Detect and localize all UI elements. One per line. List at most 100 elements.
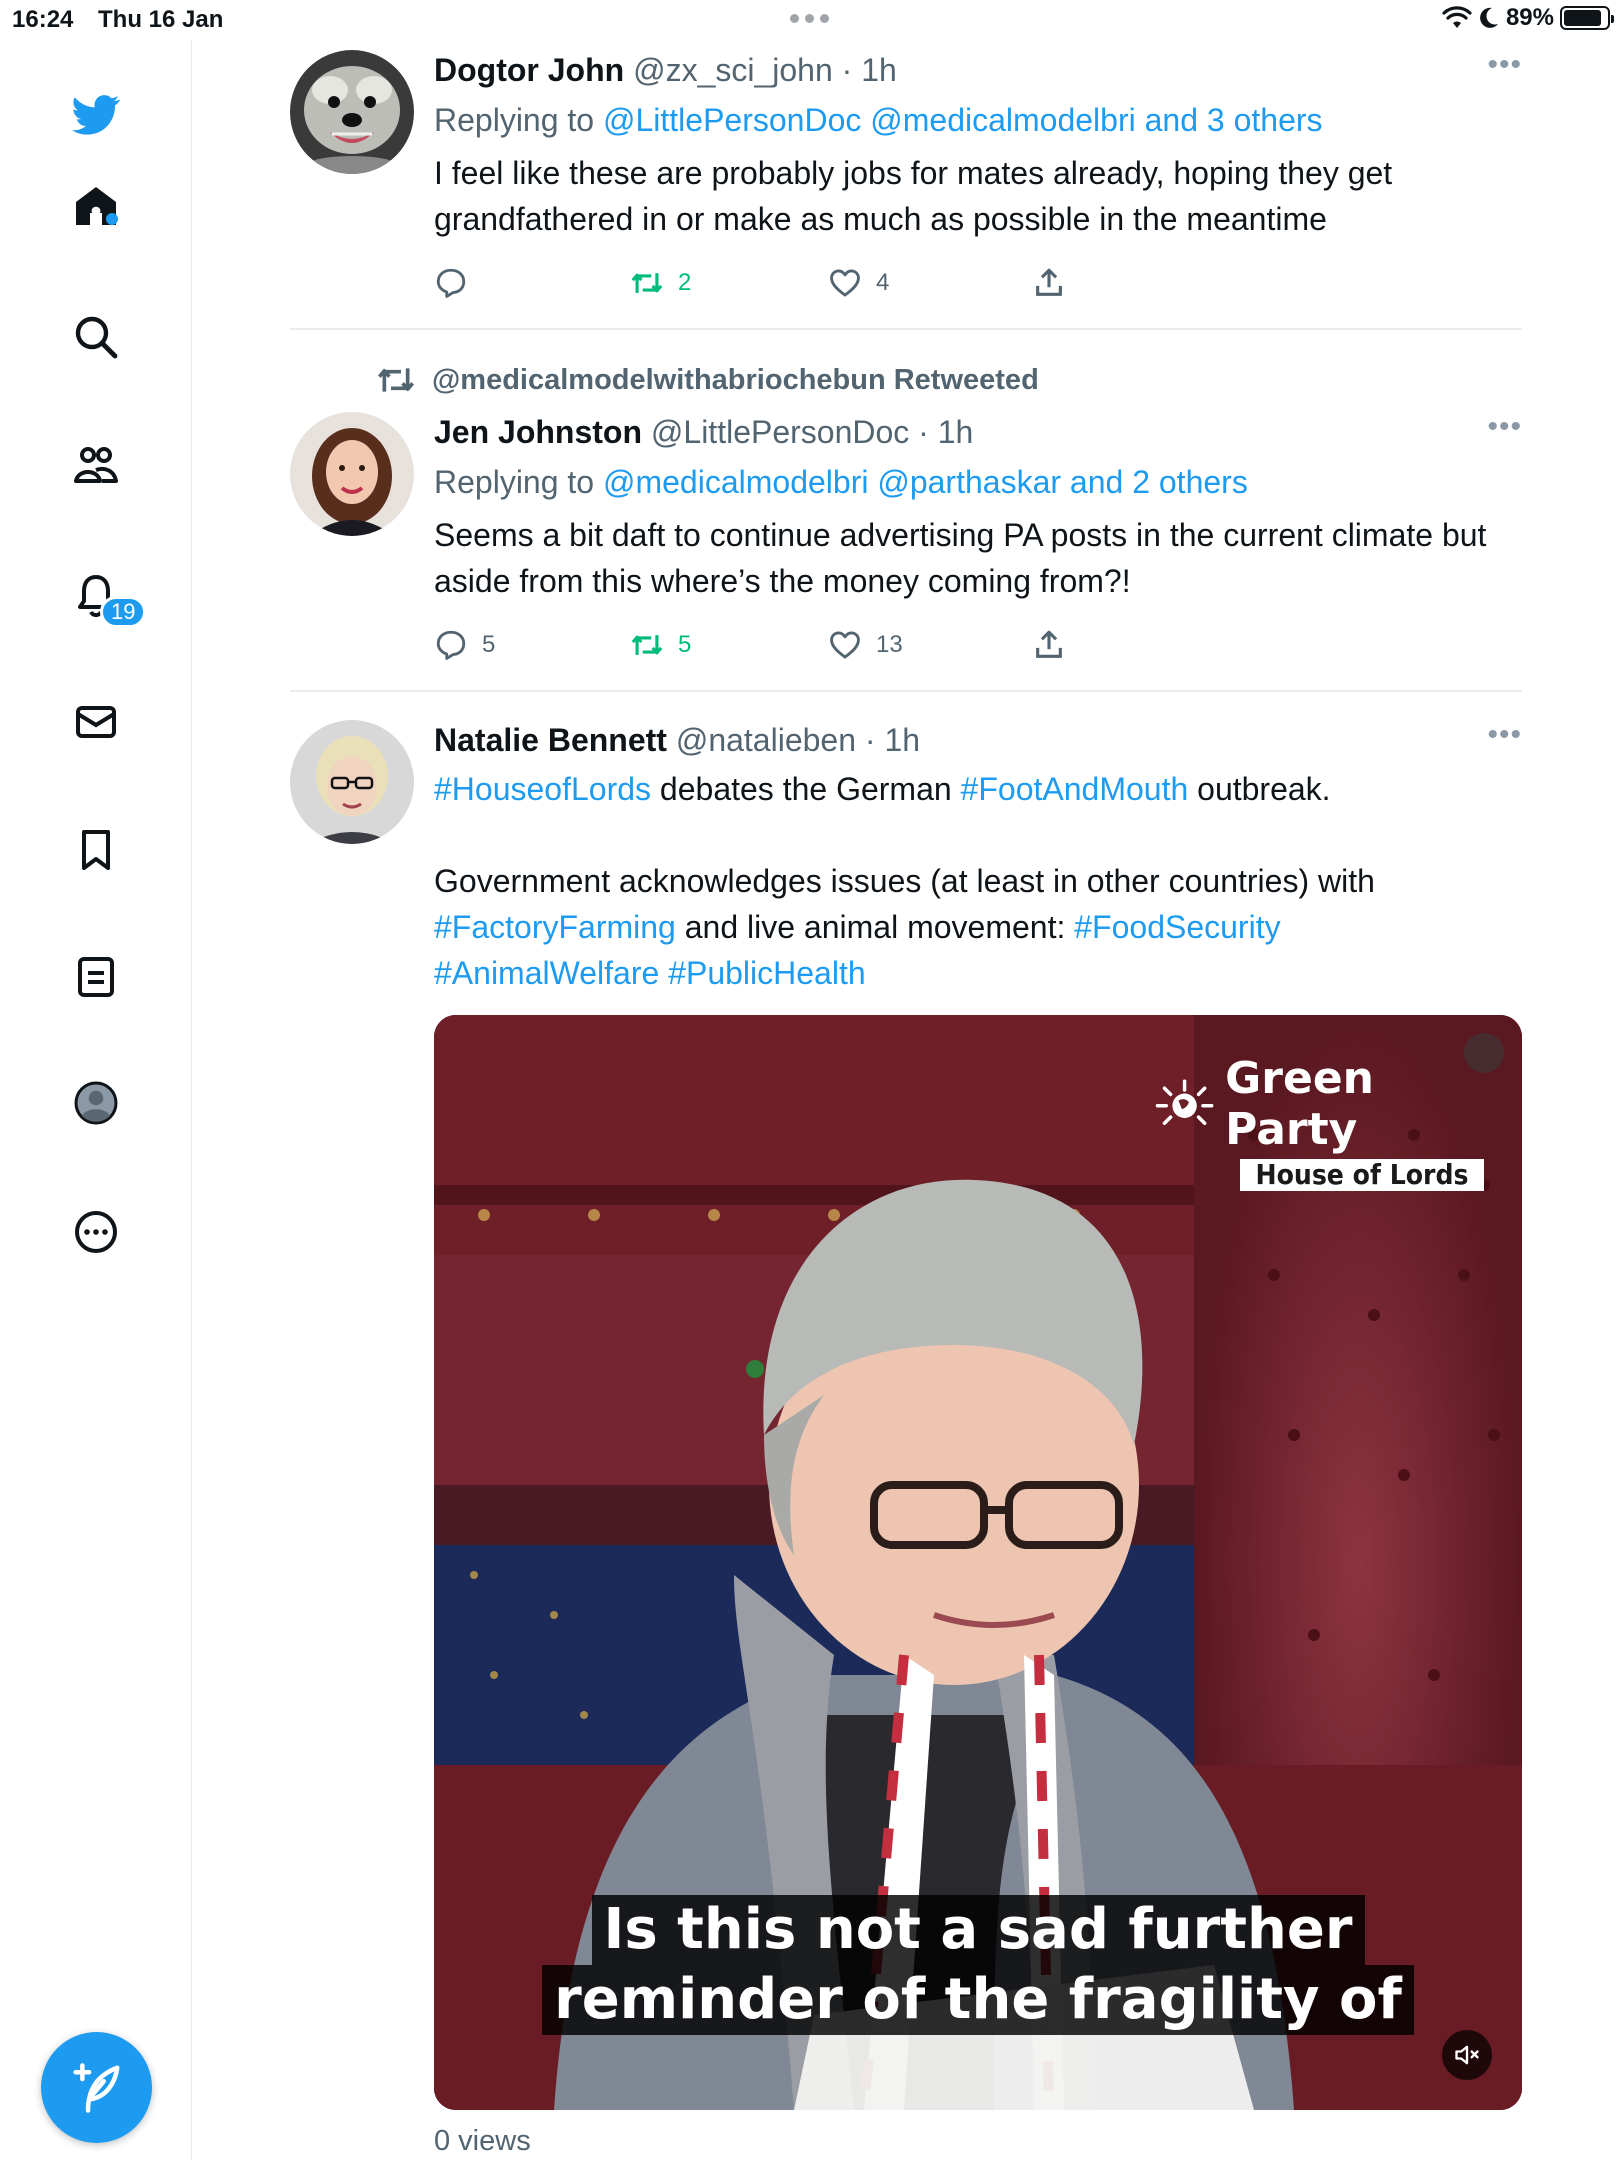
handle[interactable]: @zx_sci_john — [633, 52, 833, 88]
replying-to: Replying to @LittlePersonDoc @medicalmod… — [434, 100, 1522, 140]
share-icon — [1036, 268, 1062, 296]
hashtag[interactable]: #HouseofLords — [434, 771, 651, 807]
moon-icon — [1480, 7, 1498, 28]
caption-line: Is this not a sad further — [591, 1895, 1365, 1965]
battery-icon — [1560, 6, 1614, 30]
retweet-icon — [631, 273, 663, 293]
like-count: 13 — [876, 631, 903, 658]
status-time: 16:24 — [12, 6, 74, 33]
reply-icon — [436, 630, 466, 660]
retweet-count: 5 — [678, 631, 692, 658]
heart-icon — [830, 269, 860, 297]
home-icon[interactable] — [70, 181, 122, 233]
text-segment: outbreak. — [1188, 771, 1331, 807]
battery-percent: 89% — [1505, 4, 1554, 31]
text-segment: and live animal movement: — [675, 909, 1075, 945]
tweet-text: #HouseofLords debates the German #FootAn… — [434, 766, 1522, 812]
home-unread-dot — [106, 213, 118, 225]
tweet-text: I feel like these are probably jobs for … — [434, 155, 1393, 237]
retweet-count: 2 — [678, 269, 692, 296]
reply-mentions[interactable]: @medicalmodelbri @parthaskar and 2 other… — [603, 464, 1248, 500]
display-name[interactable]: Dogtor John — [434, 52, 624, 88]
sidebar: 19 — [0, 40, 192, 2160]
replying-prefix: Replying to — [434, 464, 595, 500]
tweet-actions: 2 4 — [434, 266, 1522, 310]
replying-prefix: Replying to — [434, 102, 595, 138]
handle[interactable]: @LittlePersonDoc — [651, 414, 909, 450]
mute-button[interactable] — [1442, 2030, 1492, 2080]
reply-button[interactable]: 5 — [434, 628, 495, 662]
timestamp[interactable]: · 1h — [842, 52, 897, 88]
video-caption: Is this not a sad further reminder of th… — [434, 1895, 1522, 2035]
bookmark-icon[interactable] — [70, 824, 122, 876]
more-icon[interactable]: ••• — [1487, 412, 1522, 442]
retweet-button[interactable]: 2 — [630, 266, 691, 300]
text-segment: Government acknowledges issues (at least… — [434, 863, 1375, 899]
speaker-muted-icon — [1455, 2045, 1479, 2065]
tweet-text: Seems a bit daft to continue advertising… — [434, 517, 1487, 599]
like-button[interactable]: 13 — [828, 628, 903, 662]
avatar[interactable] — [290, 412, 414, 536]
view-count: 0 views — [434, 2125, 531, 2157]
tweet-text-paragraph: Government acknowledges issues (at least… — [434, 858, 1534, 996]
reply-mentions[interactable]: @LittlePersonDoc @medicalmodelbri and 3 … — [603, 102, 1323, 138]
twitter-logo-icon[interactable] — [70, 88, 122, 140]
logo-subtitle: House of Lords — [1240, 1159, 1484, 1191]
tweet-header: Dogtor John @zx_sci_john · 1h — [434, 50, 1522, 90]
hashtag[interactable]: #FactoryFarming — [434, 909, 676, 945]
more-icon[interactable]: ••• — [1487, 50, 1522, 80]
search-icon[interactable] — [70, 311, 122, 363]
tweet-actions: 5 5 13 — [434, 628, 1522, 672]
people-icon[interactable] — [70, 439, 122, 491]
caption-line: reminder of the fragility of — [542, 1965, 1414, 2035]
timestamp[interactable]: · 1h — [918, 414, 973, 450]
hashtag[interactable]: #PublicHealth — [668, 955, 865, 991]
display-name[interactable]: Natalie Bennett — [434, 722, 667, 758]
avatar[interactable] — [290, 720, 414, 844]
profile-icon[interactable] — [70, 1077, 122, 1129]
mail-icon[interactable] — [70, 696, 122, 748]
status-bar: 16:24 Thu 16 Jan 89% — [0, 0, 1620, 40]
retweeted-by[interactable]: @medicalmodelwithabriochebun Retweeted — [376, 360, 1039, 400]
like-button[interactable]: 4 — [828, 266, 889, 300]
multitasking-dots[interactable] — [790, 14, 829, 23]
display-name[interactable]: Jen Johnston — [434, 414, 642, 450]
more-circle-icon[interactable] — [70, 1206, 122, 1258]
video-player[interactable]: Green Party House of Lords Is this not a… — [434, 1015, 1522, 2110]
like-count: 4 — [876, 269, 890, 296]
compose-icon — [72, 2062, 119, 2113]
timestamp[interactable]: · 1h — [865, 722, 920, 758]
replying-to: Replying to @medicalmodelbri @parthaskar… — [434, 462, 1522, 502]
list-icon[interactable] — [70, 951, 122, 1003]
tweet-header: Natalie Bennett @natalieben · 1h — [434, 720, 1522, 760]
retweet-icon — [377, 368, 415, 392]
more-icon[interactable]: ••• — [1487, 720, 1522, 750]
status-date: Thu 16 Jan — [98, 6, 224, 33]
tweet-divider — [290, 328, 1522, 330]
hashtag[interactable]: #FootAndMouth — [961, 771, 1189, 807]
reply-icon — [436, 268, 466, 298]
retweet-button[interactable]: 5 — [630, 628, 691, 662]
share-icon — [1036, 630, 1062, 658]
reply-count: 5 — [482, 631, 496, 658]
tweet-header: Jen Johnston @LittlePersonDoc · 1h — [434, 412, 1522, 452]
retweeted-by-label: @medicalmodelwithabriochebun Retweeted — [432, 363, 1039, 396]
logo-title: Green Party — [1225, 1053, 1374, 1155]
notifications-badge: 19 — [100, 596, 147, 628]
heart-icon — [830, 631, 860, 659]
reply-button[interactable] — [434, 266, 482, 300]
green-party-logo: Green Party House of Lords — [1154, 1053, 1484, 1191]
wifi-icon — [1442, 6, 1472, 28]
tweet-divider — [290, 690, 1522, 692]
sunflower-earth-icon — [1155, 1079, 1214, 1125]
handle[interactable]: @natalieben — [676, 722, 856, 758]
status-right: 89% — [1442, 4, 1614, 32]
share-button[interactable] — [1032, 266, 1066, 300]
compose-button[interactable] — [41, 2032, 152, 2143]
share-button[interactable] — [1032, 628, 1066, 662]
text-segment: debates the German — [651, 771, 961, 807]
avatar[interactable] — [290, 50, 414, 174]
retweet-icon — [631, 635, 663, 655]
hashtag[interactable]: #AnimalWelfare — [434, 955, 659, 991]
hashtag[interactable]: #FoodSecurity — [1074, 909, 1280, 945]
